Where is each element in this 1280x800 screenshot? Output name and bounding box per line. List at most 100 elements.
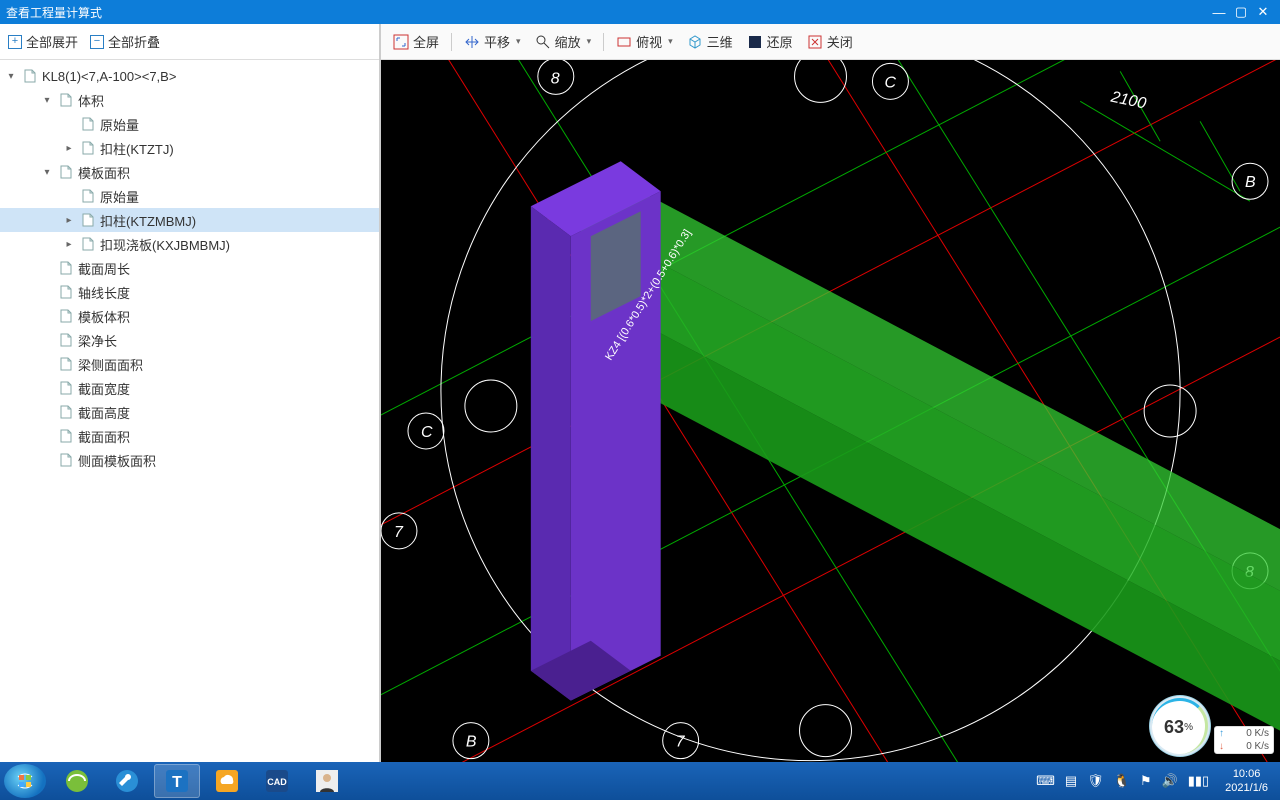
close-view-button[interactable]: 关闭 — [803, 30, 857, 53]
tree-item[interactable]: ▸ 扣柱(KTZTJ) — [0, 136, 379, 160]
viewport-3d[interactable]: 8 C B 8 C 7 B 7 — [381, 60, 1280, 762]
taskbar-app-avatar[interactable] — [304, 764, 350, 798]
tray-flag-icon[interactable]: ⚑ — [1140, 773, 1152, 789]
tree-item[interactable]: 梁净长 — [0, 328, 379, 352]
taskbar-app-cloud[interactable] — [204, 764, 250, 798]
netspeed-widget: 0 K/s 0 K/s — [1214, 726, 1274, 754]
minus-icon: − — [90, 35, 104, 49]
collapse-all-button[interactable]: − 全部折叠 — [90, 32, 160, 51]
expander-icon[interactable]: ▸ — [62, 215, 76, 226]
tree-item[interactable]: 轴线长度 — [0, 280, 379, 304]
document-icon — [58, 332, 74, 348]
svg-text:C: C — [421, 424, 433, 441]
document-icon — [58, 356, 74, 372]
tree-item[interactable]: 梁侧面面积 — [0, 352, 379, 376]
document-icon — [58, 284, 74, 300]
close-button[interactable]: ✕ — [1252, 4, 1274, 20]
expander-icon[interactable]: ▾ — [4, 71, 18, 82]
tray-shield-icon[interactable]: 🛡 — [1087, 773, 1104, 789]
tree-root-label: KL8(1)<7,A-100><7,B> — [42, 69, 176, 84]
tree-item[interactable]: 侧面模板面积 — [0, 448, 379, 472]
tree-item-label: 体积 — [78, 91, 104, 110]
tree-item-label: 模板面积 — [78, 163, 130, 182]
tree-view[interactable]: ▾ KL8(1)<7,A-100><7,B> ▾ 体积原始量 ▸ 扣柱(KTZTJ) ▾… — [0, 60, 379, 762]
document-icon — [80, 116, 96, 132]
restore-button[interactable]: 还原 — [743, 30, 797, 53]
tray-qq-icon[interactable]: 🐧 — [1114, 773, 1130, 789]
taskbar-app-cad[interactable]: CAD — [254, 764, 300, 798]
percent-badge: 63% — [1152, 698, 1208, 754]
document-icon — [58, 260, 74, 276]
tree-item-label: 截面周长 — [78, 259, 130, 278]
tree-item[interactable]: 原始量 — [0, 184, 379, 208]
svg-text:CAD: CAD — [267, 777, 287, 787]
tree-item[interactable]: 模板体积 — [0, 304, 379, 328]
taskbar-app-wrench[interactable] — [104, 764, 150, 798]
tree-root[interactable]: ▾ KL8(1)<7,A-100><7,B> — [0, 64, 379, 88]
tree-item[interactable]: ▸扣柱(KTZMBMJ) — [0, 208, 379, 232]
look-button[interactable]: 俯视 — [612, 30, 677, 53]
expander-icon[interactable]: ▾ — [40, 95, 54, 106]
document-icon — [58, 164, 74, 180]
taskbar-clock[interactable]: 10:06 2021/1/6 — [1217, 767, 1276, 796]
window-title: 查看工程量计算式 — [6, 4, 102, 21]
fullscreen-button[interactable]: 全屏 — [389, 30, 443, 53]
close-icon — [807, 34, 823, 50]
document-icon — [58, 92, 74, 108]
threed-button[interactable]: 三维 — [683, 30, 737, 53]
taskbar-app-ie[interactable] — [54, 764, 100, 798]
svg-text:8: 8 — [551, 70, 560, 87]
svg-text:7: 7 — [394, 524, 404, 541]
system-tray[interactable]: ⌨ ▤ 🛡 🐧 ⚑ 🔊 ▮▮▯ — [1028, 773, 1217, 789]
collapse-all-label: 全部折叠 — [108, 32, 160, 51]
pan-button[interactable]: 平移 — [460, 30, 525, 53]
tree-item[interactable]: 截面周长 — [0, 256, 379, 280]
tree-item-label: 梁侧面面积 — [78, 355, 143, 374]
tree-item[interactable]: 截面面积 — [0, 424, 379, 448]
expander-icon[interactable]: ▸ — [62, 143, 76, 154]
expand-all-label: 全部展开 — [26, 32, 78, 51]
tree-item-label: 截面宽度 — [78, 379, 130, 398]
start-button[interactable] — [4, 764, 46, 798]
right-panel: 全屏 平移 缩放 俯视 三维 还原 — [380, 24, 1280, 762]
window-titlebar: 查看工程量计算式 — ▢ ✕ — [0, 0, 1280, 24]
document-icon — [58, 404, 74, 420]
tree-item[interactable]: ▾ 模板面积 — [0, 160, 379, 184]
taskbar-app-t[interactable]: T — [154, 764, 200, 798]
tree-item[interactable]: 截面高度 — [0, 400, 379, 424]
maximize-button[interactable]: ▢ — [1230, 4, 1252, 20]
svg-text:C: C — [884, 74, 896, 91]
tree-item-label: 扣柱(KTZTJ) — [100, 139, 174, 158]
tree-item[interactable]: ▾ 体积 — [0, 88, 379, 112]
tree-item-label: 截面面积 — [78, 427, 130, 446]
zoom-button[interactable]: 缩放 — [531, 30, 596, 53]
tray-icon[interactable]: ⌨ — [1036, 773, 1055, 789]
tree-item[interactable]: ▸ 扣现浇板(KXJBMBMJ) — [0, 232, 379, 256]
document-icon — [80, 140, 96, 156]
expand-all-button[interactable]: + 全部展开 — [8, 32, 78, 51]
document-icon — [58, 428, 74, 444]
tree-item-label: 原始量 — [100, 187, 139, 206]
tree-item[interactable]: 截面宽度 — [0, 376, 379, 400]
tree-item[interactable]: 原始量 — [0, 112, 379, 136]
tree-item-label: 扣现浇板(KXJBMBMJ) — [100, 235, 230, 254]
tree-item-label: 截面高度 — [78, 403, 130, 422]
document-icon — [22, 68, 38, 84]
taskbar[interactable]: T CAD ⌨ ▤ 🛡 🐧 ⚑ 🔊 ▮▮▯ 10:06 2021/1/6 — [0, 762, 1280, 800]
tree-item-label: 原始量 — [100, 115, 139, 134]
view-toolbar: 全屏 平移 缩放 俯视 三维 还原 — [381, 24, 1280, 60]
minimize-button[interactable]: — — [1208, 5, 1230, 20]
tray-icon[interactable]: ▤ — [1065, 773, 1077, 789]
document-icon — [58, 380, 74, 396]
restore-icon — [747, 34, 763, 50]
tray-volume-icon[interactable]: 🔊 — [1162, 773, 1178, 789]
zoom-icon — [535, 34, 551, 50]
expander-icon[interactable]: ▸ — [62, 239, 76, 250]
expander-icon[interactable]: ▾ — [40, 167, 54, 178]
document-icon — [58, 308, 74, 324]
cube-icon — [687, 34, 703, 50]
pan-icon — [464, 34, 480, 50]
left-panel: + 全部展开 − 全部折叠 ▾ KL8(1)<7,A-100><7,B> ▾ 体积… — [0, 24, 380, 762]
svg-text:B: B — [466, 734, 477, 751]
tray-network-icon[interactable]: ▮▮▯ — [1188, 773, 1209, 789]
